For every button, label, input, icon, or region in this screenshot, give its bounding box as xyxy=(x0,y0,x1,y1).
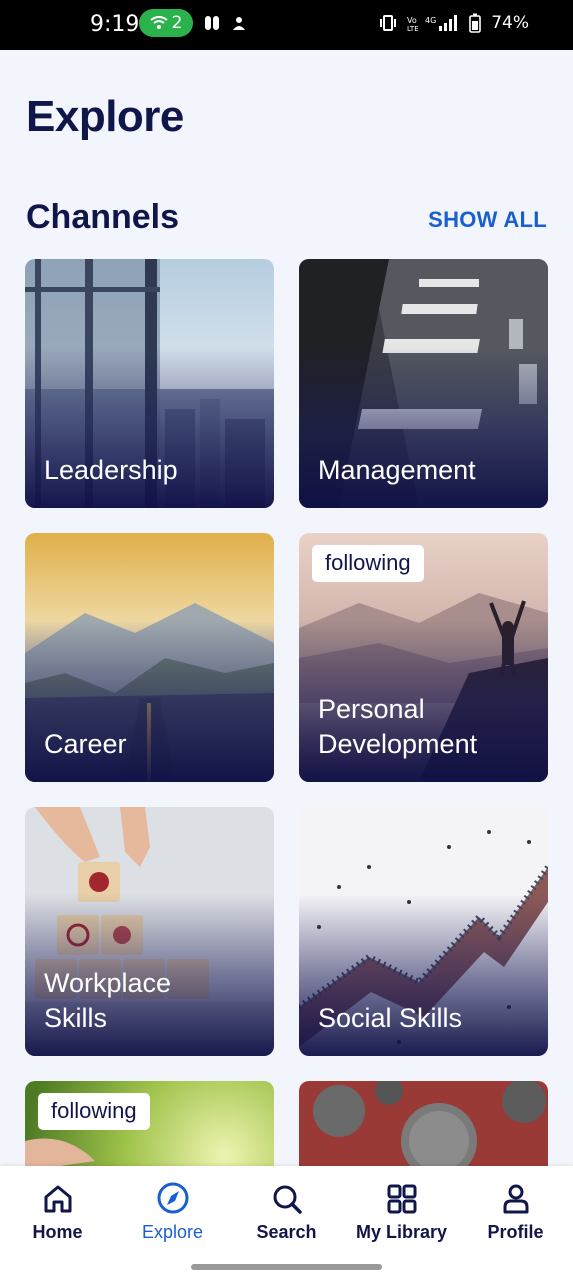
nav-search[interactable]: Search xyxy=(229,1166,344,1254)
channel-label: Career xyxy=(44,729,127,759)
channel-card-workplace-skills[interactable]: Workplace Skills xyxy=(25,807,274,1056)
channel-label: Personal Development xyxy=(318,694,478,759)
scroll-content[interactable]: Explore Channels SHOW ALL Leadership Man… xyxy=(0,0,573,1166)
channel-label: Management xyxy=(318,455,476,485)
channel-label: Social Skills xyxy=(318,1003,463,1033)
following-badge: following xyxy=(38,1093,150,1130)
grid-icon xyxy=(387,1184,416,1214)
nav-my-library[interactable]: My Library xyxy=(344,1166,459,1254)
channel-card-management[interactable]: Management xyxy=(299,259,548,508)
nav-explore[interactable]: Explore xyxy=(115,1166,230,1254)
channel-card-7[interactable]: following xyxy=(25,1081,274,1166)
channels-section-title: Channels xyxy=(26,198,180,236)
page-title: Explore xyxy=(26,92,184,141)
channel-label: Workplace Skills xyxy=(44,968,172,1033)
channel-card-personal-development[interactable]: following Personal Development xyxy=(299,533,548,782)
nav-label: Search xyxy=(256,1222,317,1242)
compass-icon xyxy=(157,1182,188,1214)
nav-label: Explore xyxy=(141,1222,204,1242)
nav-label: Home xyxy=(32,1222,83,1242)
search-icon xyxy=(273,1185,302,1214)
nav-profile[interactable]: Profile xyxy=(458,1166,573,1254)
channel-card-social-skills[interactable]: Social Skills xyxy=(299,807,548,1056)
bottom-nav: Home Explore Search My Library Profile xyxy=(0,1166,573,1254)
nav-label: Profile xyxy=(487,1222,544,1242)
following-badge: following xyxy=(312,545,424,582)
nav-label: My Library xyxy=(355,1222,448,1242)
channel-8-image xyxy=(299,1081,548,1166)
home-indicator[interactable] xyxy=(191,1264,382,1270)
channel-card-career[interactable]: Career xyxy=(25,533,274,782)
home-icon xyxy=(44,1185,71,1213)
show-all-link[interactable]: SHOW ALL xyxy=(428,207,547,233)
channel-card-8[interactable] xyxy=(299,1081,548,1166)
channel-label: Leadership xyxy=(44,455,178,485)
channel-card-leadership[interactable]: Leadership xyxy=(25,259,274,508)
nav-home[interactable]: Home xyxy=(0,1166,115,1254)
profile-icon xyxy=(503,1184,528,1214)
